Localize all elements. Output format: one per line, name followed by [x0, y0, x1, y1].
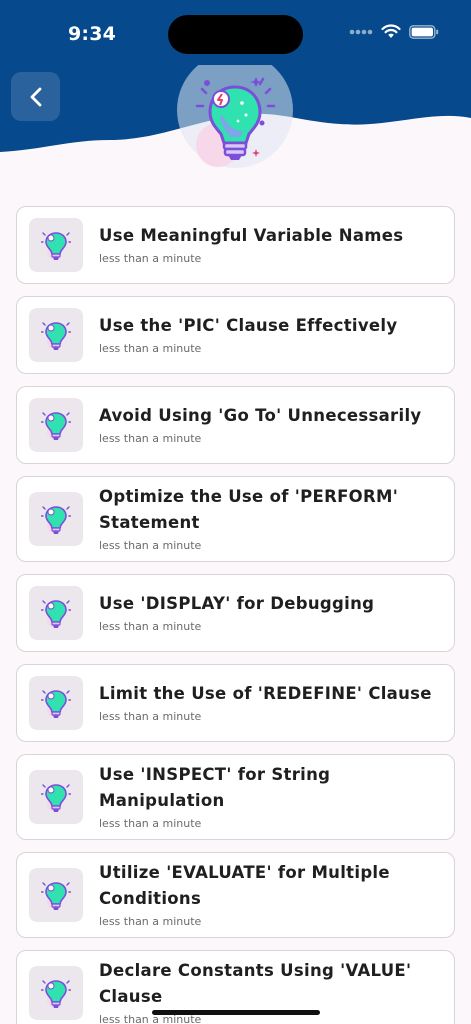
- list-item-duration: less than a minute: [99, 342, 202, 355]
- lightbulb-icon-tile: [29, 218, 83, 272]
- list-item-text: Use 'INSPECT' for String Manipulation le…: [99, 762, 438, 832]
- status-bar: 9:34: [0, 0, 471, 60]
- list-item[interactable]: Optimize the Use of 'PERFORM' Statement …: [16, 476, 455, 562]
- home-indicator[interactable]: [152, 1010, 320, 1015]
- list-item[interactable]: Avoid Using 'Go To' Unnecessarily less t…: [16, 386, 455, 464]
- list-item-duration: less than a minute: [99, 620, 202, 633]
- battery-icon: [409, 24, 439, 39]
- signal-icon: [349, 29, 373, 34]
- list-item-text: Avoid Using 'Go To' Unnecessarily less t…: [99, 403, 438, 447]
- list-item[interactable]: Limit the Use of 'REDEFINE' Clause less …: [16, 664, 455, 742]
- list-item-text: Use 'DISPLAY' for Debugging less than a …: [99, 591, 438, 635]
- list-item-text: Use the 'PIC' Clause Effectively less th…: [99, 313, 438, 357]
- list-item-title: Declare Constants Using 'VALUE' Clause: [99, 961, 412, 1006]
- list-item[interactable]: Use 'DISPLAY' for Debugging less than a …: [16, 574, 455, 652]
- lightbulb-icon-tile: [29, 308, 83, 362]
- list-item-duration: less than a minute: [99, 252, 202, 265]
- lightbulb-hero-icon: [177, 65, 293, 168]
- lightbulb-icon: [41, 980, 71, 1008]
- list-item-text: Optimize the Use of 'PERFORM' Statement …: [99, 484, 438, 554]
- list-item-duration: less than a minute: [99, 817, 202, 830]
- list-item-title: Use the 'PIC' Clause Effectively: [99, 316, 398, 335]
- lightbulb-icon: [41, 690, 71, 718]
- list-item-title: Use 'DISPLAY' for Debugging: [99, 594, 375, 613]
- list-item-text: Use Meaningful Variable Names less than …: [99, 223, 438, 267]
- chevron-left-icon: [30, 87, 41, 106]
- list-item-title: Use Meaningful Variable Names: [99, 226, 404, 245]
- lightbulb-icon-tile: [29, 770, 83, 824]
- lightbulb-icon-tile: [29, 586, 83, 640]
- list-item-duration: less than a minute: [99, 710, 202, 723]
- wifi-icon: [381, 24, 401, 38]
- list-item-title: Use 'INSPECT' for String Manipulation: [99, 765, 331, 810]
- list-item-text: Utilize 'EVALUATE' for Multiple Conditio…: [99, 860, 438, 930]
- screen: 9:34 Use Meaningful Variable Names less …: [0, 0, 471, 1024]
- list-item[interactable]: Use 'INSPECT' for String Manipulation le…: [16, 754, 455, 840]
- lightbulb-icon: [41, 784, 71, 812]
- back-button[interactable]: [11, 72, 60, 121]
- lightbulb-icon: [41, 322, 71, 350]
- lightbulb-icon-tile: [29, 966, 83, 1020]
- lightbulb-icon: [41, 232, 71, 260]
- status-icons: [349, 24, 439, 39]
- list-item-text: Limit the Use of 'REDEFINE' Clause less …: [99, 681, 438, 725]
- lightbulb-icon: [41, 600, 71, 628]
- lightbulb-icon-tile: [29, 398, 83, 452]
- list-item[interactable]: Use the 'PIC' Clause Effectively less th…: [16, 296, 455, 374]
- list-item[interactable]: Use Meaningful Variable Names less than …: [16, 206, 455, 284]
- list-item[interactable]: Utilize 'EVALUATE' for Multiple Conditio…: [16, 852, 455, 938]
- tips-list: Use Meaningful Variable Names less than …: [16, 206, 455, 1024]
- lightbulb-icon: [41, 882, 71, 910]
- lightbulb-icon: [41, 412, 71, 440]
- list-item-title: Optimize the Use of 'PERFORM' Statement: [99, 487, 399, 532]
- list-item-title: Limit the Use of 'REDEFINE' Clause: [99, 684, 432, 703]
- list-item-duration: less than a minute: [99, 539, 202, 552]
- list-item-title: Avoid Using 'Go To' Unnecessarily: [99, 406, 422, 425]
- list-item-title: Utilize 'EVALUATE' for Multiple Conditio…: [99, 863, 390, 908]
- lightbulb-icon-tile: [29, 868, 83, 922]
- dynamic-island: [168, 15, 303, 54]
- list-item-duration: less than a minute: [99, 915, 202, 928]
- lightbulb-icon-tile: [29, 492, 83, 546]
- lightbulb-icon-tile: [29, 676, 83, 730]
- status-time: 9:34: [68, 23, 117, 45]
- list-item-duration: less than a minute: [99, 432, 202, 445]
- lightbulb-icon: [41, 506, 71, 534]
